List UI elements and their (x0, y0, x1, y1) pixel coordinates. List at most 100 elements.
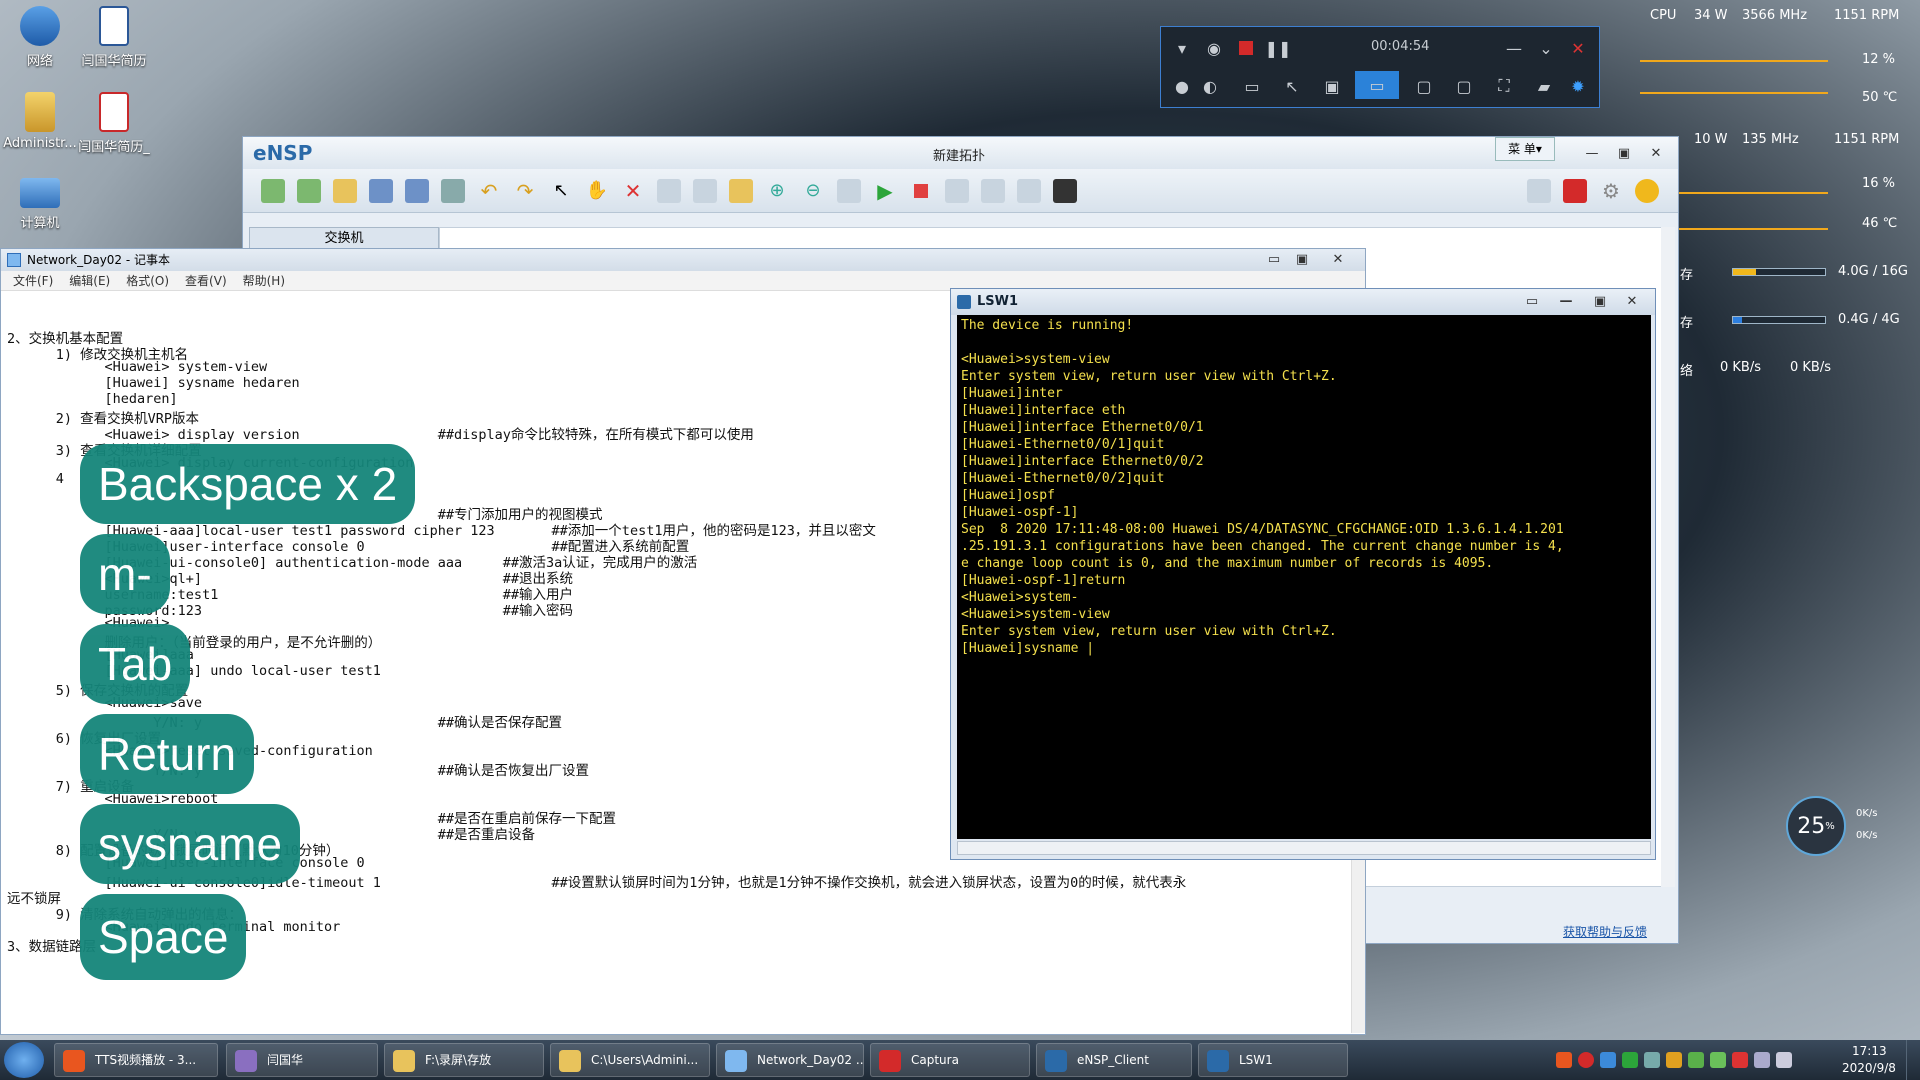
lsw1-minimize-button[interactable]: — (1551, 289, 1581, 315)
menu-file[interactable]: 文件(F) (13, 271, 53, 290)
desktop-icon-network[interactable]: 网络 (0, 6, 80, 69)
microphone-icon[interactable]: ● (1169, 73, 1195, 99)
capture-icon[interactable] (945, 179, 969, 203)
fit-icon[interactable] (837, 179, 861, 203)
show-desktop-button[interactable] (1906, 1040, 1920, 1080)
app-tray-icon[interactable] (1622, 1052, 1638, 1068)
lsw1-maximize-button[interactable]: ▣ (1585, 289, 1615, 315)
terminal-console[interactable]: The device is running! <Huawei>system-vie… (957, 315, 1651, 839)
ensp-title-bar: eNSP 新建拓扑 菜 单▾ — ▣ ✕ (243, 137, 1678, 169)
taskbar-item[interactable]: 闫国华 (226, 1043, 378, 1077)
panel-icon[interactable] (1017, 179, 1041, 203)
feedback-link[interactable]: 获取帮助与反馈 (1563, 923, 1647, 940)
delete-icon[interactable]: ✕ (621, 179, 645, 203)
region-mode-icon[interactable]: ▢ (1451, 73, 1477, 99)
folder-icon[interactable]: ▰ (1531, 73, 1557, 99)
topology-icon[interactable] (981, 179, 1005, 203)
app-tray-icon[interactable] (1644, 1052, 1660, 1068)
text-icon[interactable] (693, 179, 717, 203)
new-topology-icon[interactable] (261, 179, 285, 203)
taskbar-item[interactable]: eNSP_Client (1036, 1043, 1192, 1077)
memory-bar-fill (1733, 269, 1756, 275)
battery-icon[interactable] (1710, 1052, 1726, 1068)
save-as-icon[interactable] (405, 179, 429, 203)
taskbar-item[interactable]: Captura (870, 1043, 1030, 1077)
cursor-icon[interactable]: ↖ (1279, 73, 1305, 99)
chat-icon[interactable] (1527, 179, 1551, 203)
camera-icon[interactable]: ◉ (1201, 35, 1227, 61)
keyboard-overlay-icon[interactable]: ▣ (1319, 73, 1345, 99)
redo-icon[interactable]: ↷ (513, 179, 537, 203)
window-mode-icon[interactable]: ▢ (1411, 73, 1437, 99)
lsw1-restore-button[interactable]: ▭ (1517, 289, 1547, 315)
notepad-close-button[interactable]: ✕ (1323, 249, 1353, 271)
help-icon[interactable] (1635, 179, 1659, 203)
collapse-icon[interactable]: ⌄ (1533, 35, 1559, 61)
taskbar-item[interactable]: F:\录屏\存放 (384, 1043, 544, 1077)
minimize-icon[interactable]: — (1501, 35, 1527, 61)
shield-tray-icon[interactable] (1688, 1052, 1704, 1068)
start-device-icon[interactable]: ▶ (873, 179, 897, 203)
menu-help[interactable]: 帮助(H) (243, 271, 285, 290)
gauge-down-speed: 0K/s (1856, 830, 1878, 841)
stop-device-icon[interactable] (909, 179, 933, 203)
notepad-maximize-button[interactable]: ▣ (1287, 249, 1317, 271)
stop-record-button[interactable] (1233, 35, 1259, 61)
taskbar-item[interactable]: Network_Day02 ... (716, 1043, 864, 1077)
start-button[interactable] (4, 1042, 44, 1078)
close-icon[interactable]: ✕ (1565, 35, 1591, 61)
app-tray-icon[interactable] (1600, 1052, 1616, 1068)
menu-edit[interactable]: 编辑(E) (69, 271, 110, 290)
volume-icon[interactable] (1776, 1052, 1792, 1068)
print-icon[interactable] (441, 179, 465, 203)
zoom-out-icon[interactable]: ⊖ (801, 179, 825, 203)
minimize-button[interactable]: — (1577, 137, 1607, 169)
ensp-menu-button[interactable]: 菜 单▾ (1495, 137, 1555, 161)
terminal-line: Enter system view, return user view with… (961, 624, 1337, 639)
canvas-vscroll[interactable] (1661, 227, 1675, 887)
settings-gear-icon[interactable]: ✹ (1565, 73, 1591, 99)
new-example-icon[interactable] (297, 179, 321, 203)
rectangle-icon[interactable] (729, 179, 753, 203)
flag-icon[interactable] (1732, 1052, 1748, 1068)
vram-bar-fill (1733, 317, 1743, 323)
record-tray-icon[interactable] (1578, 1052, 1594, 1068)
lsw1-close-button[interactable]: ✕ (1617, 289, 1647, 315)
screen-mode-active-icon[interactable]: ▭ (1355, 71, 1399, 99)
taskbar-item[interactable]: TTS视频播放 - 3... (54, 1043, 218, 1077)
menu-dropdown-icon[interactable]: ▾ (1169, 35, 1195, 61)
terminal-hscroll[interactable] (957, 841, 1651, 855)
pan-hand-icon[interactable]: ✋ (585, 179, 609, 203)
security-tray-icon[interactable] (1666, 1052, 1682, 1068)
huawei-logo-icon[interactable] (1563, 179, 1587, 203)
desktop-icon-resume-doc[interactable]: 闫国华简历 (74, 6, 154, 69)
undo-icon[interactable]: ↶ (477, 179, 501, 203)
open-icon[interactable] (333, 179, 357, 203)
screen-recorder-panel: ▾ ◉ ❚❚ 00:04:54 — ⌄ ✕ ● ◐ ▭ ↖ ▣ ▭ ▢ ▢ ⛶ … (1160, 26, 1600, 108)
webcam-off-icon[interactable]: ▭ (1239, 73, 1265, 99)
select-pointer-icon[interactable]: ↖ (549, 179, 573, 203)
maximize-button[interactable]: ▣ (1609, 137, 1639, 169)
pause-button[interactable]: ❚❚ (1265, 35, 1292, 61)
zoom-in-icon[interactable]: ⊕ (765, 179, 789, 203)
close-button[interactable]: ✕ (1641, 137, 1671, 169)
fullscreen-icon[interactable]: ⛶ (1491, 73, 1517, 99)
speaker-icon[interactable]: ◐ (1197, 73, 1223, 99)
network-tray-icon[interactable] (1754, 1052, 1770, 1068)
sogou-ime-icon[interactable] (1556, 1052, 1572, 1068)
taskbar-item[interactable]: LSW1 (1198, 1043, 1348, 1077)
menu-format[interactable]: 格式(O) (126, 271, 169, 290)
desktop-icon-admin-folder[interactable]: Administr... (0, 92, 80, 151)
desktop-icon-resume-pdf[interactable]: 闫国华简历_ (74, 92, 154, 155)
taskbar-item[interactable]: C:\Users\Admini... (550, 1043, 710, 1077)
device-panel-tab[interactable]: 交换机 (249, 227, 439, 249)
desktop-icon-computer[interactable]: 计算机 (0, 178, 80, 231)
delete-link-icon[interactable] (657, 179, 681, 203)
save-icon[interactable] (369, 179, 393, 203)
settings-icon[interactable]: ⚙ (1599, 179, 1623, 203)
command-line-icon[interactable] (1053, 179, 1077, 203)
menu-view[interactable]: 查看(V) (185, 271, 227, 290)
ensp-menu-label: 菜 单▾ (1508, 142, 1542, 156)
device-panel-tab-label: 交换机 (324, 231, 364, 246)
notepad-minimize-button[interactable]: ▭ (1259, 249, 1289, 271)
